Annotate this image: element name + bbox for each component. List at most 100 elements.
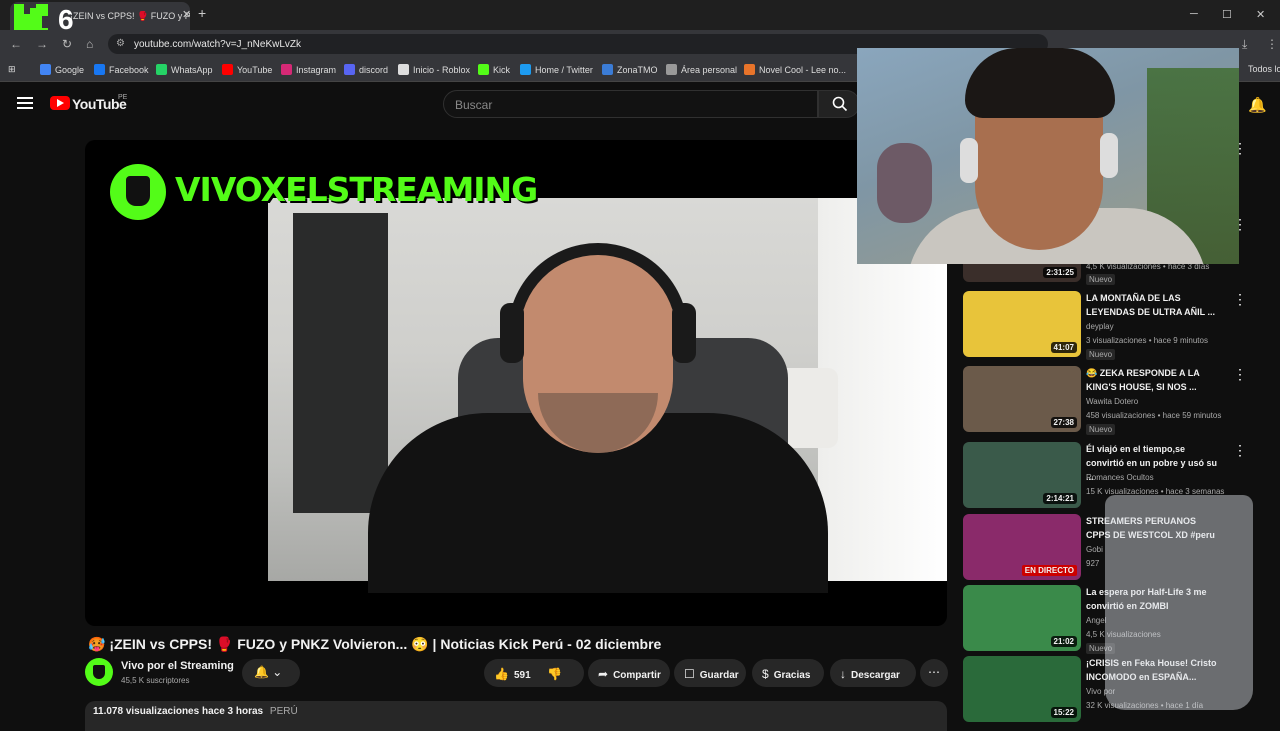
- bookmark-all[interactable]: Todos los: [1248, 64, 1280, 74]
- video-duration: 41:07: [1050, 342, 1077, 353]
- kebab-menu-icon[interactable]: ⋮: [1233, 366, 1247, 383]
- share-icon: ➦: [598, 667, 609, 681]
- bookmark-twitter[interactable]: Home / Twitter: [520, 64, 593, 75]
- live-badge: EN DIRECTO: [1021, 565, 1077, 576]
- download-icon[interactable]: ⤓: [1242, 37, 1247, 52]
- download-button[interactable]: ↓ Descargar: [830, 659, 916, 687]
- bookmark-novel-cool[interactable]: Novel Cool - Lee no...: [744, 64, 846, 75]
- recommendation-title[interactable]: 😂 ZEKA RESPONDE A LA KING'S HOUSE, SI NO…: [1086, 366, 1221, 394]
- description-box[interactable]: 11.078 visualizaciones hace 3 horas PERÚ: [85, 701, 947, 731]
- bookmark-roblox[interactable]: Inicio - Roblox: [398, 64, 470, 75]
- minimize-icon[interactable]: ─: [1190, 8, 1198, 20]
- video-duration: 2:14:21: [1043, 493, 1077, 504]
- site-info-icon[interactable]: ⚙: [116, 38, 125, 49]
- recommendation-thumbnail[interactable]: 41:07: [963, 291, 1081, 357]
- back-icon[interactable]: ←: [10, 37, 22, 51]
- recommendation-thumbnail[interactable]: 21:02: [963, 585, 1081, 651]
- like-count[interactable]: 591: [514, 670, 531, 681]
- bookmark-facebook[interactable]: Facebook: [94, 64, 149, 75]
- recommendation-meta: 927: [1086, 559, 1100, 568]
- kebab-menu-icon[interactable]: ⋮: [1233, 291, 1247, 308]
- novel-cool-icon: [744, 64, 755, 75]
- video-duration: 15:22: [1050, 707, 1077, 718]
- browser-menu-icon[interactable]: ⋮: [1266, 37, 1278, 51]
- maximize-icon[interactable]: ☐: [1222, 8, 1232, 21]
- url-text: youtube.com/watch?v=J_nNeKwLvZk: [134, 39, 302, 50]
- search-input[interactable]: Buscar: [443, 90, 818, 118]
- recommendation-thumbnail[interactable]: 2:14:21: [963, 442, 1081, 508]
- new-tab-button[interactable]: +: [198, 5, 206, 21]
- recommendation-channel[interactable]: deyplay: [1086, 322, 1114, 331]
- close-window-icon[interactable]: ✕: [1256, 8, 1265, 21]
- bookmark-instagram[interactable]: Instagram: [281, 64, 336, 75]
- download-arrow-icon: ↓: [840, 667, 846, 681]
- tab-title: ¡ZEIN vs CPPS! 🥊 FUZO y P: [70, 11, 190, 21]
- notifications-icon[interactable]: 🔔: [1248, 96, 1267, 114]
- bookmark-whatsapp[interactable]: WhatsApp: [156, 64, 213, 75]
- like-dislike-group: 👍 591 👎: [484, 659, 584, 687]
- save-button[interactable]: ☐ Guardar: [674, 659, 746, 687]
- zonatmo-icon: [602, 64, 613, 75]
- bookmark-zonatmo[interactable]: ZonaTMO: [602, 64, 658, 75]
- recommendation-thumbnail[interactable]: 2:31:25: [963, 262, 1081, 282]
- kebab-menu-icon[interactable]: ⋮: [1233, 442, 1247, 459]
- youtube-logo-icon[interactable]: [50, 96, 70, 110]
- search-button[interactable]: [818, 90, 860, 118]
- new-badge: Nuevo: [1086, 424, 1116, 435]
- facecam-overlay: [857, 48, 1239, 264]
- recommendation-thumbnail[interactable]: 15:22: [963, 656, 1081, 722]
- recommendation-channel[interactable]: Angel: [1086, 616, 1106, 625]
- bookmark-youtube[interactable]: YouTube: [222, 64, 272, 75]
- recommendation-title[interactable]: LA MONTAÑA DE LAS LEYENDAS DE ULTRA AÑIL…: [1086, 291, 1221, 319]
- channel-overlay-logo: [110, 164, 166, 220]
- bookmark-kick[interactable]: Kick: [478, 64, 510, 75]
- chevron-down-icon: ⌄: [272, 665, 283, 679]
- overlay-title: VIVOXELSTREAMING: [175, 170, 538, 209]
- thanks-button[interactable]: $ Gracias: [752, 659, 824, 687]
- new-badge: Nuevo: [1086, 274, 1116, 285]
- apps-icon[interactable]: ⊞: [8, 64, 16, 75]
- reload-icon[interactable]: ↻: [62, 37, 72, 51]
- like-icon[interactable]: 👍: [494, 667, 509, 681]
- discord-icon: [344, 64, 355, 75]
- facebook-icon: [94, 64, 105, 75]
- recommendation-channel[interactable]: Romances Ocultos: [1086, 473, 1154, 482]
- recommendation-meta: 3 visualizaciones • hace 9 minutos: [1086, 336, 1208, 345]
- bookmark-area-personal[interactable]: Área personal: [666, 64, 737, 75]
- area-personal-icon: [666, 64, 677, 75]
- forward-icon[interactable]: →: [36, 37, 48, 51]
- recommendation-channel[interactable]: Wawita Dotero: [1086, 397, 1138, 406]
- thanks-icon: $: [762, 667, 769, 681]
- recommendation-thumbnail[interactable]: EN DIRECTO: [963, 514, 1081, 580]
- twitter-icon: [520, 64, 531, 75]
- home-icon[interactable]: ⌂: [86, 37, 93, 51]
- youtube-icon: [222, 64, 233, 75]
- video-title: 🥵 ¡ZEIN vs CPPS! 🥊 FUZO y PNKZ Volvieron…: [88, 636, 662, 652]
- hamburger-menu-icon[interactable]: [17, 97, 33, 109]
- roblox-icon: [398, 64, 409, 75]
- recommendation-item[interactable]: 27:38 😂 ZEKA RESPONDE A LA KING'S HOUSE,…: [963, 366, 1263, 435]
- recommendation-item[interactable]: 41:07 LA MONTAÑA DE LAS LEYENDAS DE ULTR…: [963, 291, 1263, 360]
- search-icon: [832, 96, 848, 112]
- bookmark-google[interactable]: Google: [40, 64, 84, 75]
- more-actions-icon[interactable]: ⋯: [920, 659, 948, 687]
- video-duration: 21:02: [1050, 636, 1077, 647]
- bookmark-discord[interactable]: discord: [344, 64, 388, 75]
- share-button[interactable]: ➦ Compartir: [588, 659, 670, 687]
- tab-close-icon[interactable]: ✕: [182, 8, 190, 21]
- recommendation-meta: 458 visualizaciones • hace 59 minutos: [1086, 411, 1222, 420]
- channel-name[interactable]: Vivo por el Streaming: [121, 660, 234, 672]
- bell-icon: 🔔: [254, 665, 269, 679]
- dislike-icon[interactable]: 👎: [547, 667, 562, 681]
- channel-avatar[interactable]: [85, 658, 113, 686]
- glass-overlay: [1105, 495, 1253, 710]
- recommendation-channel[interactable]: Gobi: [1086, 545, 1103, 554]
- google-icon: [40, 64, 51, 75]
- subscription-bell-button[interactable]: 🔔 ⌄: [242, 659, 300, 687]
- subscriber-count: 45,5 K suscriptores: [121, 676, 190, 685]
- view-count: 11.078 visualizaciones: [93, 706, 200, 717]
- whatsapp-icon: [156, 64, 167, 75]
- browser-tab-bar: ¡ZEIN vs CPPS! 🥊 FUZO y P ✕ + ─ ☐ ✕: [0, 0, 1280, 30]
- video-player[interactable]: VIVOXELSTREAMING: [85, 140, 947, 626]
- recommendation-thumbnail[interactable]: 27:38: [963, 366, 1081, 432]
